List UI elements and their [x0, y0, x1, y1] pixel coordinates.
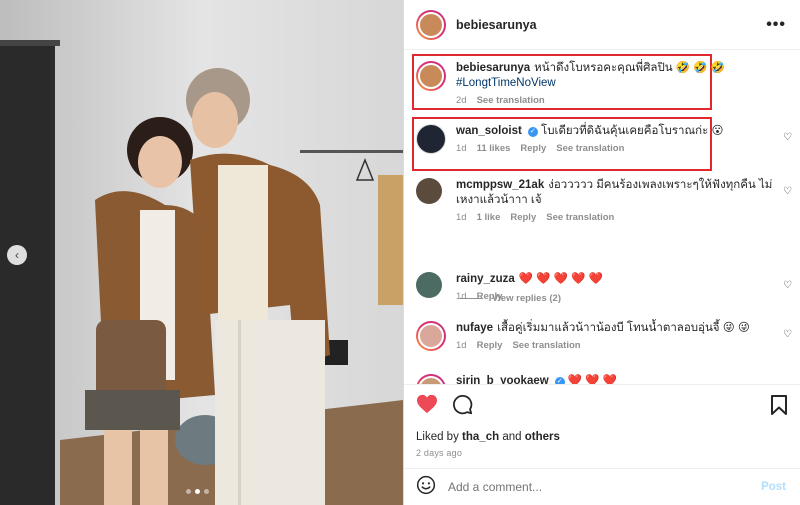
avatar[interactable]	[416, 9, 446, 40]
comment-item: mcmppsw_21ak ง่อววววว มีคนร้องเพลงเพราะๆใ…	[416, 178, 792, 223]
bookmark-icon[interactable]	[770, 394, 788, 420]
heart-filled-icon[interactable]	[416, 394, 438, 420]
see-translation-link[interactable]: See translation	[556, 143, 624, 154]
see-translation-link[interactable]: See translation	[546, 212, 614, 223]
liked-by: Liked by tha_ch and others	[416, 431, 788, 443]
reply-button[interactable]: Reply	[520, 143, 546, 154]
avatar[interactable]	[416, 374, 446, 384]
reply-button[interactable]: Reply	[510, 212, 536, 223]
liked-by-user[interactable]: tha_ch	[462, 431, 499, 443]
liked-by-and: and	[502, 431, 522, 443]
carousel-dot	[204, 489, 209, 494]
reply-button[interactable]: Reply	[477, 291, 503, 302]
heart-outline-icon[interactable]: ♡	[783, 329, 792, 340]
see-translation-link[interactable]: See translation	[512, 340, 580, 351]
verified-badge-icon: ✓	[527, 127, 538, 137]
comment-username[interactable]: rainy_zuza	[456, 273, 515, 285]
carousel-dots	[186, 489, 209, 494]
caption: bebiesarunya หน้าดึงโบหรอคะคุณพี่ศิลปิน 🤣…	[416, 61, 792, 106]
heart-outline-icon[interactable]: ♡	[783, 186, 792, 197]
add-comment-bar: Post	[404, 468, 800, 505]
avatar[interactable]	[416, 124, 446, 154]
avatar[interactable]	[416, 178, 442, 204]
avatar[interactable]	[416, 272, 442, 298]
comment-time: 1d	[456, 143, 467, 154]
post-time[interactable]: 2 days ago	[416, 448, 788, 458]
comment-item: wan_soloist ✓ โบเดียวที่ดิฉันคุ้นเคยคือโบ…	[416, 124, 792, 154]
post-photo[interactable]: ‹	[0, 0, 403, 505]
avatar[interactable]	[416, 61, 446, 91]
comment-text: โบเดียวที่ดิฉันคุ้นเคยคือโบราณก่ะ 😮	[541, 125, 724, 137]
carousel-dot	[195, 489, 200, 494]
comment-username[interactable]: mcmppsw_21ak	[456, 179, 544, 191]
liked-by-others[interactable]: others	[525, 431, 560, 443]
comment-input[interactable]	[448, 480, 762, 494]
see-translation-link[interactable]: See translation	[477, 95, 545, 106]
comment-text: ❤️ ❤️ ❤️ ❤️ ❤️	[518, 273, 604, 285]
comment-item: sirin_b_yookaew ✓ ❤️ ❤️ ❤️	[416, 374, 792, 384]
comment-item: nufaye เสื้อคู่เริ่มมาแล้วน้าาน้องบี โทนน…	[416, 321, 792, 351]
post-header: bebiesarunya •••	[404, 0, 800, 50]
comment-likes[interactable]: 11 likes	[477, 143, 511, 154]
emoji-icon[interactable]	[416, 475, 436, 500]
comment-icon[interactable]	[452, 394, 473, 420]
comment-time: 1d	[456, 340, 467, 351]
avatar[interactable]	[416, 321, 446, 351]
comment-username[interactable]: nufaye	[456, 322, 493, 334]
caption-username[interactable]: bebiesarunya	[456, 62, 530, 74]
heart-outline-icon[interactable]: ♡	[783, 132, 792, 143]
heart-outline-icon[interactable]: ♡	[783, 280, 792, 291]
liked-by-prefix: Liked by	[416, 431, 459, 443]
comment-text: ❤️ ❤️ ❤️	[567, 375, 618, 384]
comments-list[interactable]: bebiesarunya หน้าดึงโบหรอคะคุณพี่ศิลปิน 🤣…	[404, 51, 800, 384]
photo-illustration	[0, 0, 403, 505]
post-username[interactable]: bebiesarunya	[456, 18, 766, 32]
comment-text: เสื้อคู่เริ่มมาแล้วน้าาน้องบี โทนน้ำตาลอ…	[497, 322, 750, 334]
post-actions: Liked by tha_ch and others 2 days ago	[404, 384, 800, 468]
comment-time: 1d	[456, 212, 467, 223]
comment-username[interactable]: sirin_b_yookaew	[456, 375, 549, 384]
carousel-dot	[186, 489, 191, 494]
caption-hashtag[interactable]: #LongtTimeNoView	[456, 77, 556, 89]
carousel-prev-button[interactable]: ‹	[7, 245, 27, 265]
comment-likes[interactable]: 1 like	[477, 212, 501, 223]
comment-time: 1d	[456, 291, 467, 302]
comment-username[interactable]: wan_soloist	[456, 125, 522, 137]
post-button[interactable]: Post	[761, 481, 786, 493]
verified-badge-icon: ✓	[554, 377, 565, 384]
post-sidebar: bebiesarunya ••• bebiesarunya หน้าดึงโบหร…	[403, 0, 800, 505]
caption-text: หน้าดึงโบหรอคะคุณพี่ศิลปิน 🤣 🤣 🤣	[534, 62, 726, 74]
more-horizontal-icon[interactable]: •••	[766, 16, 786, 34]
reply-button[interactable]: Reply	[477, 340, 503, 351]
chevron-left-icon: ‹	[15, 248, 19, 262]
comment-item: rainy_zuza ❤️ ❤️ ❤️ ❤️ ❤️ 1d Reply ♡	[416, 272, 792, 302]
caption-time: 2d	[456, 95, 467, 106]
